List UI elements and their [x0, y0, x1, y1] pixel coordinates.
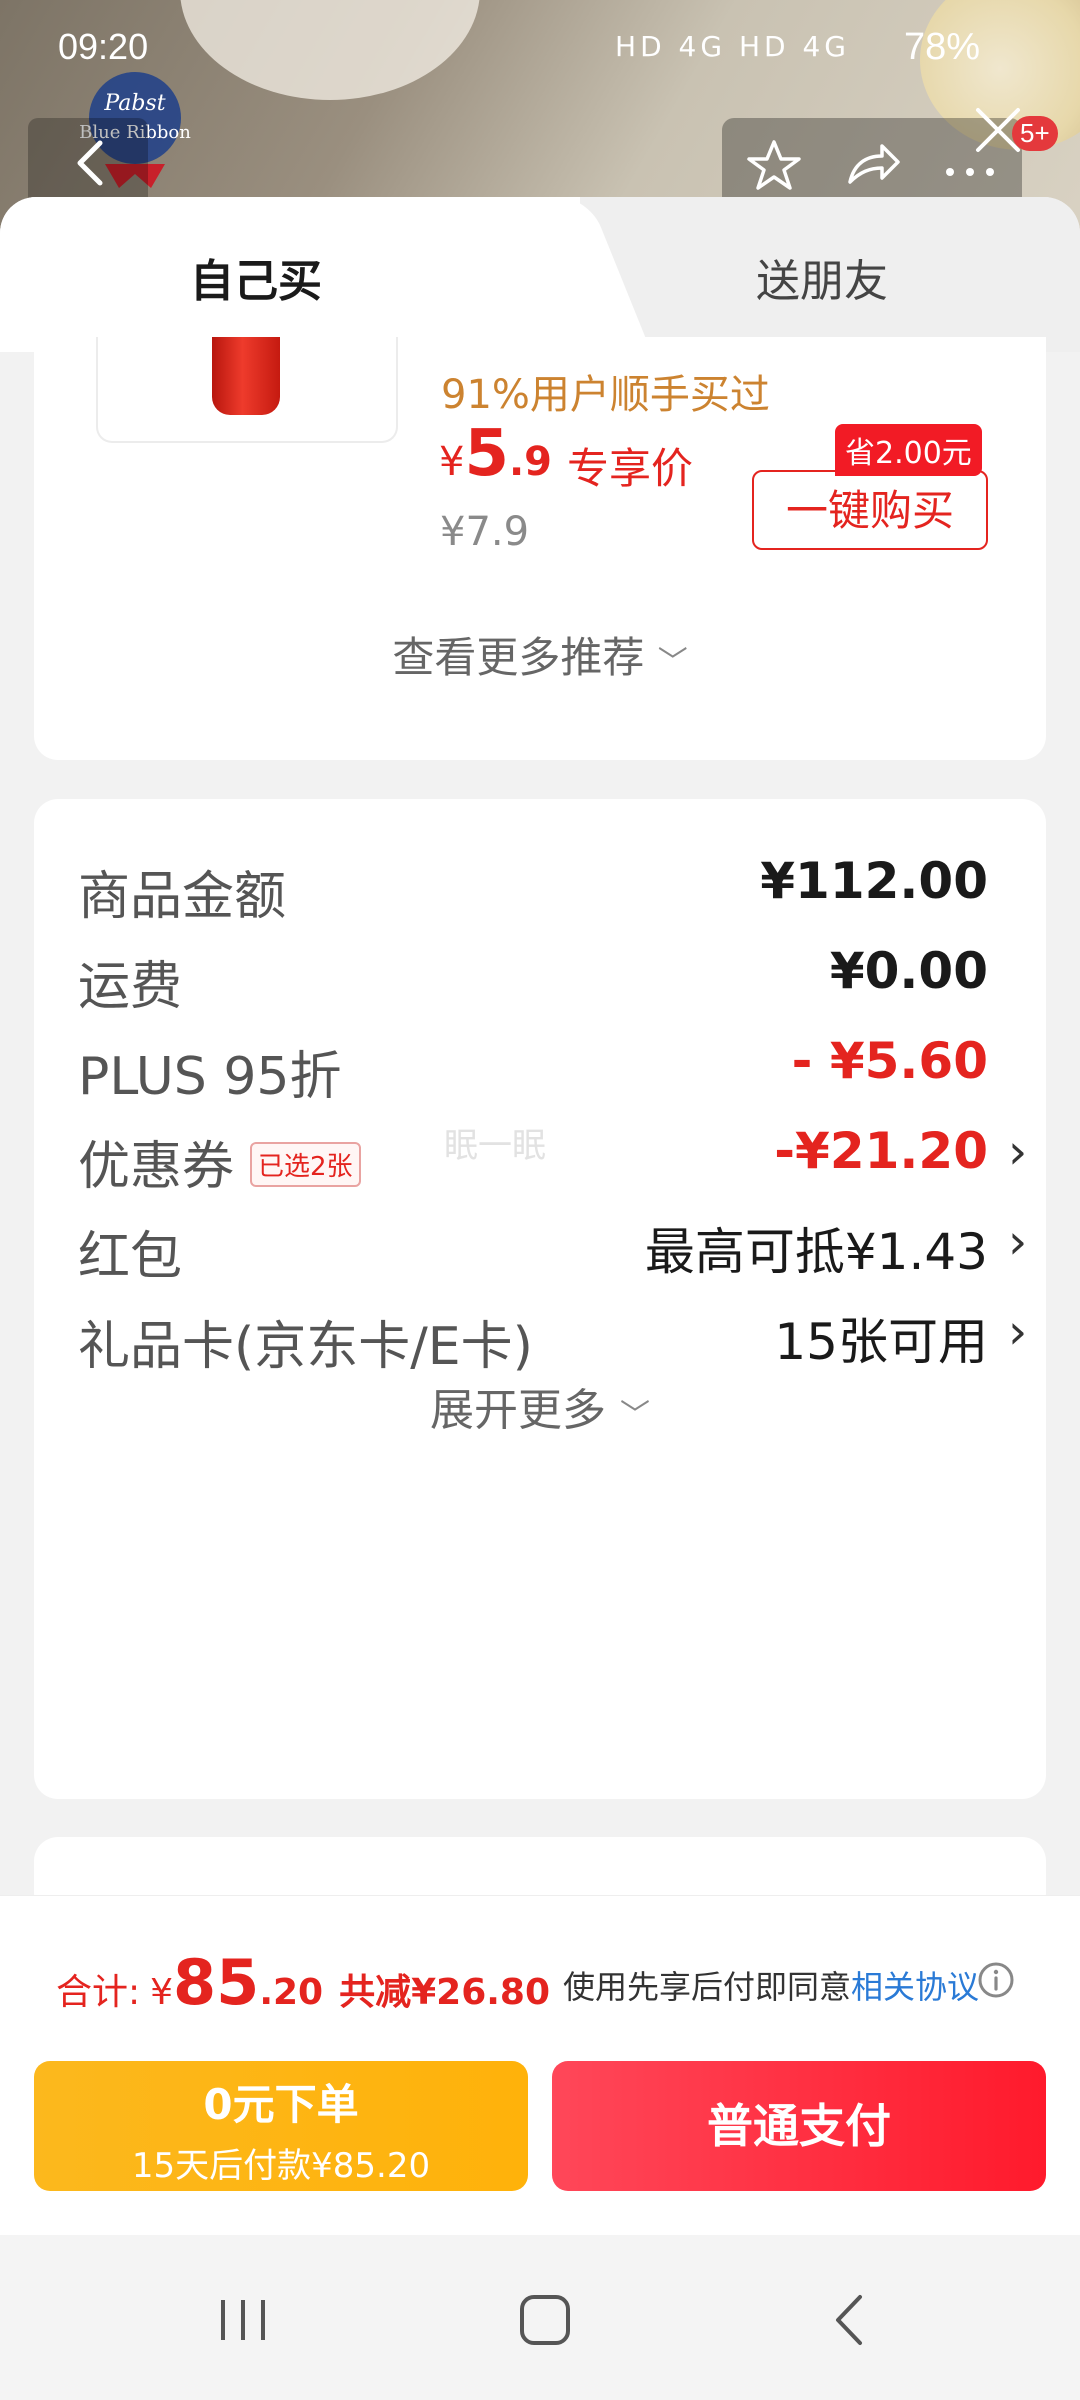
more-recommend-label: 查看更多推荐	[392, 633, 645, 682]
signal-indicator: HD 4G HD 4G	[615, 30, 850, 63]
message-count-badge: 5+	[1012, 116, 1058, 151]
save-amount-tag: 省2.00元	[835, 424, 982, 476]
share-icon[interactable]	[842, 136, 902, 196]
row-value: - ¥5.60	[791, 1032, 988, 1090]
star-icon[interactable]	[744, 136, 804, 196]
recommend-price: ¥5.9	[439, 417, 552, 491]
chevron-right-icon: ›	[1008, 1124, 1028, 1180]
chevron-right-icon: ›	[1008, 1304, 1028, 1360]
back-arrow-icon[interactable]	[62, 133, 122, 193]
battery-level: 78%	[903, 26, 980, 68]
price-decimal: .9	[508, 439, 553, 485]
total-integer: 85	[173, 1946, 260, 2019]
total-currency: ¥	[150, 1972, 174, 2013]
recent-apps-icon[interactable]	[203, 2285, 283, 2355]
normal-pay-button[interactable]: 普通支付	[552, 2061, 1046, 2191]
row-value: 15张可用	[774, 1313, 988, 1371]
row-plus-discount: PLUS 95折 - ¥5.60	[78, 1014, 1038, 1107]
red-packet-value: 最高可抵¥1.43	[644, 1223, 988, 1281]
row-label: 商品金额	[78, 867, 287, 927]
price-currency: ¥	[439, 439, 465, 485]
row-label: 红包	[78, 1227, 183, 1287]
row-value: ¥112.00	[760, 852, 988, 910]
more-recommend-link[interactable]: 查看更多推荐 ﹀	[34, 624, 1046, 685]
recommend-product-image[interactable]	[96, 337, 398, 443]
total-amount: 合计: ¥85.20 共减¥26.80	[56, 1946, 550, 2019]
info-icon[interactable]	[976, 1960, 1016, 2000]
recommend-card: 91%用户顺手买过 ¥5.9 专享价 ¥7.9 省2.00元 一键购买 查看更多…	[34, 337, 1046, 760]
checkout-bar: 合计: ¥85.20 共减¥26.80 使用先享后付即同意相关协议 0元下单 15天…	[0, 1895, 1080, 2235]
home-icon[interactable]	[505, 2285, 585, 2355]
total-label: 合计:	[56, 1972, 141, 2013]
bottle-image	[212, 337, 280, 415]
exclusive-price-label: 专享价	[567, 444, 694, 493]
row-red-packet[interactable]: 红包 最高可抵¥1.43 ›	[78, 1194, 1038, 1287]
svg-text:Pabst: Pabst	[103, 91, 165, 116]
coupon-selected-tag: 已选2张	[250, 1141, 361, 1187]
back-nav-icon[interactable]	[810, 2285, 890, 2355]
expand-more-link[interactable]: 展开更多 ﹀	[34, 1374, 1046, 1438]
row-value: 最高可抵¥1.43	[645, 1212, 988, 1284]
coupon-label: 优惠券	[78, 1137, 235, 1197]
total-decimal: .20	[259, 1972, 324, 2013]
checkout-sheet: 自己买 送朋友 91%用户顺手买过 ¥5.9 专享价 ¥7.9 省2.00元 一…	[0, 197, 1080, 1897]
system-navigation-bar	[0, 2235, 1080, 2400]
total-discount: 共减¥26.80	[339, 1972, 551, 2013]
original-price: ¥7.9	[440, 509, 530, 555]
row-label: 礼品卡(京东卡/E卡)	[78, 1317, 533, 1377]
agreement-prefix: 使用先享后付即同意	[563, 1968, 852, 2006]
agreement-text: 使用先享后付即同意相关协议	[563, 1962, 979, 2008]
chevron-down-icon: ﹀	[620, 1398, 650, 1433]
watermark-text: 眠一眠	[444, 1126, 546, 1166]
row-label: 优惠券 已选2张	[78, 1124, 361, 1199]
hot-purchase-text: 91%用户顺手买过	[441, 372, 770, 418]
row-value: ¥0.00	[829, 942, 988, 1000]
row-label: 运费	[78, 957, 183, 1017]
chevron-right-icon: ›	[1008, 1214, 1028, 1270]
row-shipping: 运费 ¥0.00	[78, 924, 1038, 1017]
price-integer: 5	[464, 417, 509, 491]
row-gift-card[interactable]: 礼品卡(京东卡/E卡) 15张可用 ›	[78, 1284, 1038, 1377]
zero-yuan-order-button[interactable]: 0元下单 15天后付款¥85.20	[34, 2061, 528, 2191]
price-summary-card: 商品金额 ¥112.00 运费 ¥0.00 PLUS 95折 - ¥5.60 优…	[34, 799, 1046, 1799]
expand-more-label: 展开更多	[430, 1385, 606, 1436]
zero-order-subtitle: 15天后付款¥85.20	[131, 2146, 431, 2186]
tab-self[interactable]: 自己买	[190, 245, 322, 309]
row-coupon[interactable]: 优惠券 已选2张 -¥21.20 ›	[78, 1104, 1038, 1197]
zero-order-title: 0元下单	[203, 2080, 359, 2129]
row-value: -¥21.20	[774, 1122, 988, 1180]
purchase-tabs: 自己买 送朋友	[0, 197, 1080, 352]
chevron-down-icon: ﹀	[657, 645, 688, 680]
agreement-link[interactable]: 相关协议	[851, 1968, 979, 2006]
next-card-peek	[34, 1837, 1046, 1897]
row-goods-amount: 商品金额 ¥112.00	[78, 834, 1038, 927]
one-click-buy-button[interactable]: 一键购买	[752, 470, 988, 550]
tab-friend[interactable]: 送朋友	[756, 245, 888, 309]
row-label: PLUS 95折	[78, 1047, 342, 1107]
